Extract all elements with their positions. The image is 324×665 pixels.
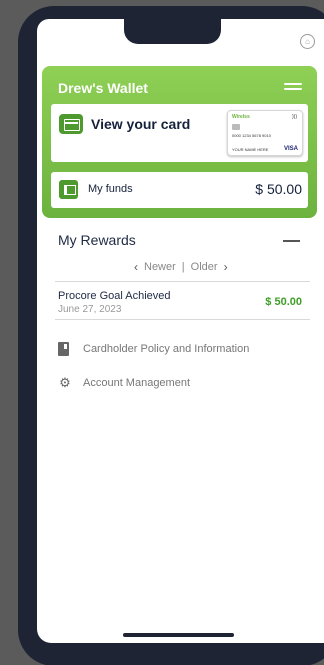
pager-separator: | — [181, 261, 185, 273]
cardholder-policy-link[interactable]: Cardholder Policy and Information — [58, 342, 249, 356]
my-funds-row[interactable]: My funds $ 50.00 — [51, 172, 308, 208]
funds-label: My funds — [88, 183, 133, 195]
account-management-label: Account Management — [83, 377, 191, 389]
card-holder-name: YOUR NAME HERE — [232, 147, 269, 152]
collapse-icon[interactable] — [283, 240, 300, 242]
account-management-link[interactable]: ⚙ Account Management — [58, 375, 191, 390]
home-icon[interactable]: ⌂ — [300, 34, 315, 49]
chevron-left-icon[interactable]: ‹ — [134, 260, 138, 274]
reward-amount: $ 50.00 — [265, 296, 302, 308]
document-icon — [58, 342, 69, 356]
reward-name: Procore Goal Achieved — [58, 290, 171, 302]
wallet-title: Drew's Wallet — [58, 80, 148, 96]
cardholder-policy-label: Cardholder Policy and Information — [83, 343, 250, 355]
wallet-icon — [59, 180, 78, 199]
reward-date: June 27, 2023 — [58, 304, 122, 315]
card-icon — [59, 114, 83, 134]
view-card-label: View your card — [91, 116, 191, 132]
rewards-pager: ‹ Newer | Older › — [131, 260, 231, 274]
phone-notch — [124, 19, 221, 44]
menu-icon[interactable] — [284, 83, 302, 94]
card-thumbnail: Wirelss ))) 0000 1234 5678 9010 YOUR NAM… — [227, 110, 303, 156]
home-indicator — [123, 633, 234, 637]
gear-icon: ⚙ — [59, 375, 71, 390]
chip-icon — [232, 124, 240, 130]
card-network: VISA — [283, 146, 298, 152]
rewards-title: My Rewards — [58, 232, 136, 248]
card-number: 0000 1234 5678 9010 — [232, 133, 271, 138]
newer-link[interactable]: Newer — [144, 261, 176, 273]
chevron-right-icon[interactable]: › — [224, 260, 228, 274]
view-card-button[interactable]: View your card Wirelss ))) 0000 1234 567… — [51, 104, 308, 162]
older-link[interactable]: Older — [191, 261, 218, 273]
funds-amount: $ 50.00 — [255, 181, 302, 197]
divider — [55, 319, 310, 320]
wallet-panel: Drew's Wallet View your card Wirelss )))… — [42, 66, 317, 218]
divider — [55, 281, 310, 282]
card-brand: Wirelss — [232, 114, 250, 120]
contactless-icon: ))) — [292, 114, 297, 120]
